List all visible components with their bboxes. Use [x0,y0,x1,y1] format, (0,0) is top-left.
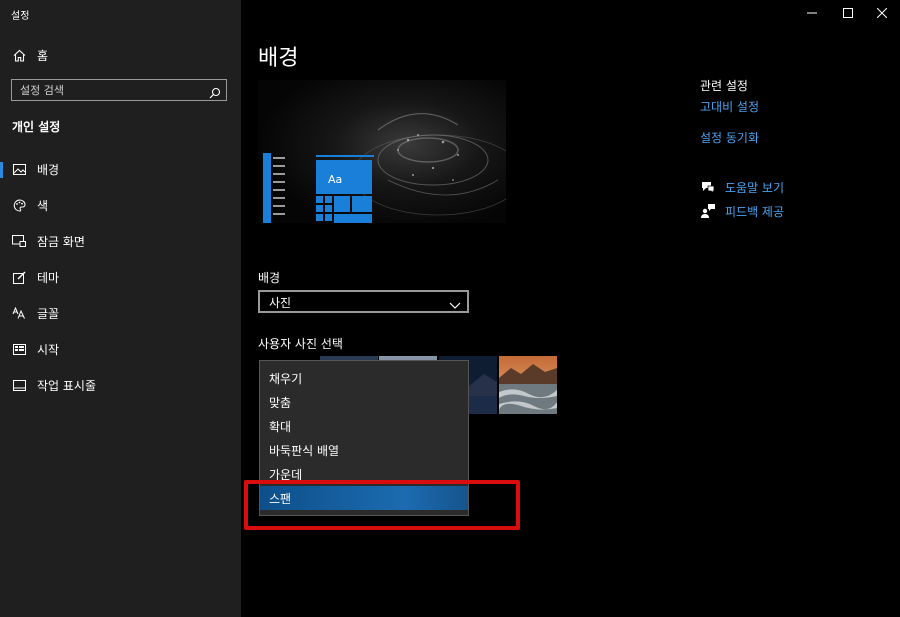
sidebar-item-taskbar[interactable]: 작업 표시줄 [0,373,241,397]
palette-icon [12,198,26,212]
sidebar-item-label: 작업 표시줄 [37,378,97,393]
close-button[interactable] [864,0,900,26]
search-icon[interactable] [209,84,221,99]
minimize-button[interactable] [794,0,830,26]
photo-thumbnail-4[interactable] [499,356,557,414]
sidebar-item-label: 테마 [37,270,60,285]
sidebar-item-themes[interactable]: 테마 [0,265,241,289]
maximize-icon [843,8,853,18]
minimize-icon [807,12,817,14]
background-type-select[interactable]: 사진 [258,290,469,313]
maximize-button[interactable] [830,0,866,26]
font-icon [12,306,26,320]
sidebar-item-label: 색 [37,198,49,213]
fit-option-label: 확대 [269,420,292,434]
highlight-annotation [244,480,520,530]
sidebar-item-label: 시작 [37,342,60,357]
fit-option-stretch[interactable]: 확대 [260,414,468,438]
theme-brush-icon [12,270,26,284]
give-feedback-label: 피드백 제공 [725,205,785,219]
taskbar-icon [12,378,26,392]
lock-screen-icon [12,234,26,248]
sync-settings-link[interactable]: 설정 동기화 [700,129,759,146]
sidebar-item-lock-screen[interactable]: 잠금 화면 [0,229,241,253]
high-contrast-link[interactable]: 고대비 설정 [700,98,759,115]
fit-option-tile[interactable]: 바둑판식 배열 [260,438,468,462]
fit-option-label: 바둑판식 배열 [269,444,340,458]
help-chat-icon [700,179,716,195]
feedback-icon [700,203,716,219]
preview-tile-text: Aa [328,173,343,186]
related-settings-title: 관련 설정 [700,79,748,93]
page-title: 배경 [258,46,299,71]
background-select-value: 사진 [269,296,292,310]
fit-option-fill[interactable]: 채우기 [260,366,468,390]
section-title: 개인 설정 [12,120,61,134]
fit-option-label: 맞춤 [269,396,292,410]
sidebar-item-label: 글꼴 [37,306,60,321]
window-title: 설정 [11,11,30,22]
sidebar-item-home[interactable]: 홈 [0,43,241,67]
sidebar-item-start[interactable]: 시작 [0,337,241,361]
picture-icon [12,162,26,176]
home-icon [12,48,26,62]
start-menu-icon [12,342,26,356]
sidebar-home-label: 홈 [37,48,49,63]
chevron-down-icon [449,296,461,309]
sidebar-item-label: 배경 [37,162,60,177]
search-input[interactable] [20,82,205,98]
fit-option-fit[interactable]: 맞춤 [260,390,468,414]
search-box[interactable] [11,79,227,101]
sidebar-item-color[interactable]: 색 [0,193,241,217]
sidebar-item-fonts[interactable]: 글꼴 [0,301,241,325]
sidebar-item-label: 잠금 화면 [37,234,85,249]
fit-option-label: 채우기 [269,372,303,386]
sidebar-item-background[interactable]: 배경 [0,157,241,181]
background-preview: Aa [258,80,506,223]
close-icon [877,8,887,18]
get-help-label: 도움말 보기 [725,181,785,195]
background-label: 배경 [258,271,281,285]
choose-photo-label: 사용자 사진 선택 [258,337,343,351]
